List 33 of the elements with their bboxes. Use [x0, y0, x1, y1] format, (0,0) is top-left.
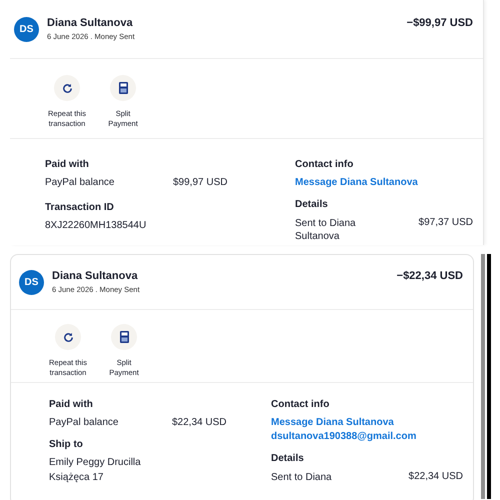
details-amount: $22,34 USD — [408, 471, 463, 484]
payment-amount: $99,97 USD — [173, 177, 228, 188]
contact-link[interactable]: dsultanova190388@gmail.com — [271, 431, 416, 442]
details-description: Sent to Diana — [271, 471, 333, 484]
info-text: Książęca 17 — [49, 472, 104, 483]
section-heading: Transaction ID — [45, 202, 115, 213]
calculator-icon — [118, 82, 128, 94]
payee-name: Diana Sultanova — [52, 270, 139, 282]
payment-method: PayPal balance — [49, 417, 120, 428]
section-heading: Paid with — [49, 399, 94, 410]
contact-link[interactable]: Message Diana Sultanova — [271, 417, 394, 428]
section-heading: Contact info — [271, 399, 330, 410]
refresh-icon — [62, 82, 72, 94]
transaction-amount: −$99,97 USD — [406, 17, 473, 29]
calculator-icon — [120, 331, 128, 343]
section-heading: Contact info — [295, 159, 354, 170]
section-heading: Details — [295, 199, 329, 210]
payment-amount: $22,34 USD — [172, 417, 226, 428]
scrollbar[interactable] — [481, 254, 491, 500]
info-text: 8XJ22260MH138544U — [45, 220, 148, 231]
details-description: Sent to Diana Sultanova — [295, 217, 357, 243]
transaction-amount: −$22,34 USD — [396, 270, 463, 282]
avatar: DS — [14, 17, 39, 42]
refresh-icon — [62, 332, 74, 342]
section-heading: Ship to — [49, 439, 84, 450]
payment-method: PayPal balance — [45, 177, 116, 188]
payee-name: Diana Sultanova — [47, 17, 134, 29]
contact-link[interactable]: Message Diana Sultanova — [295, 177, 418, 188]
section-heading: Paid with — [45, 159, 90, 170]
section-heading: Details — [271, 453, 305, 464]
info-text: Emily Peggy Drucilla — [49, 457, 142, 468]
details-amount: $97,37 USD — [418, 217, 473, 230]
avatar: DS — [19, 270, 44, 295]
